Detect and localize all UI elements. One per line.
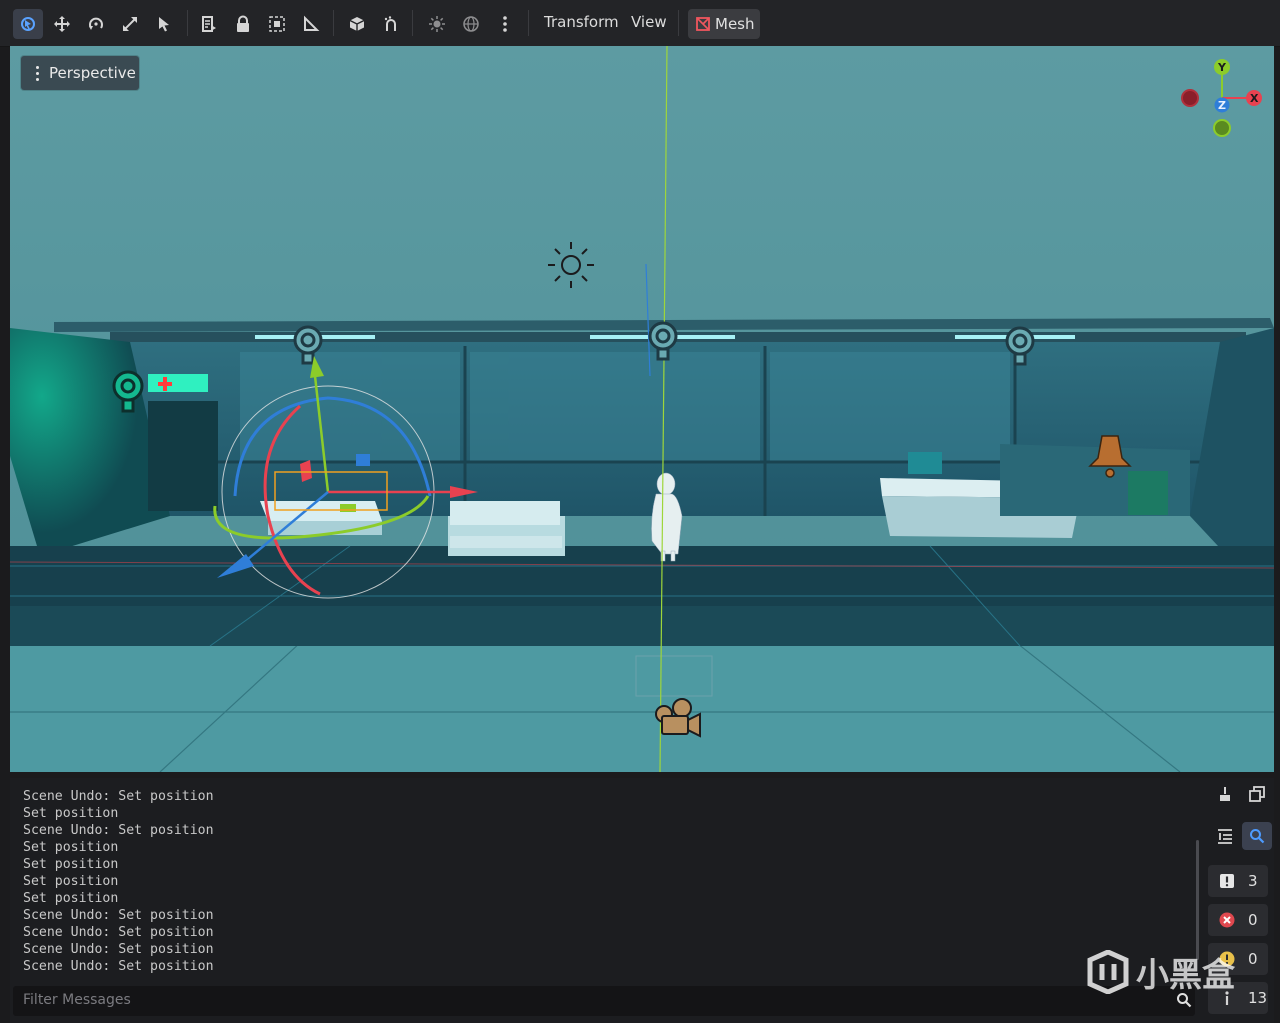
more-options-button[interactable] bbox=[490, 9, 520, 39]
environment-preview-button[interactable] bbox=[456, 9, 486, 39]
mesh-icon bbox=[696, 17, 710, 31]
scale-mode-icon bbox=[123, 17, 137, 31]
log-scrollbar[interactable] bbox=[1196, 840, 1199, 960]
more-options-icon bbox=[503, 16, 507, 32]
search-toggle-button[interactable] bbox=[1242, 822, 1272, 850]
select-mode-button[interactable] bbox=[13, 9, 43, 39]
info-count: 13 bbox=[1248, 989, 1268, 1007]
collapse-duplicates-button[interactable] bbox=[1210, 822, 1240, 850]
local-space-icon bbox=[349, 17, 365, 31]
watermark-text: 小黑盒 bbox=[1136, 955, 1235, 994]
scene-render: Y X Z bbox=[10, 46, 1274, 772]
script-list-icon bbox=[202, 16, 216, 32]
rotate-mode-icon bbox=[89, 17, 103, 30]
copy-icon bbox=[1249, 786, 1265, 802]
view-menu[interactable]: View bbox=[631, 13, 667, 31]
perspective-menu-button[interactable]: Perspective bbox=[21, 56, 139, 90]
lock-button[interactable] bbox=[228, 9, 258, 39]
lock-icon bbox=[237, 15, 249, 32]
3d-viewport[interactable]: Y X Z Perspective bbox=[10, 46, 1274, 772]
environment-preview-icon bbox=[463, 16, 479, 32]
watermark: 小黑盒 bbox=[1086, 948, 1235, 996]
local-space-button[interactable] bbox=[342, 9, 372, 39]
rotate-mode-button[interactable] bbox=[81, 9, 111, 39]
script-list-button[interactable] bbox=[194, 9, 224, 39]
group-button[interactable] bbox=[262, 9, 292, 39]
group-icon bbox=[269, 16, 285, 32]
log-line: Set position bbox=[23, 891, 119, 906]
error-count: 0 bbox=[1248, 911, 1258, 929]
editor-toolbar: Transform View Mesh bbox=[0, 0, 1280, 47]
log-line: Scene Undo: Set position bbox=[23, 925, 214, 940]
ruler-icon bbox=[304, 15, 320, 31]
log-line: Scene Undo: Set position bbox=[23, 908, 214, 923]
search-icon bbox=[1250, 829, 1265, 844]
list-select-button[interactable] bbox=[149, 9, 179, 39]
collapse-icon bbox=[1218, 829, 1232, 844]
message-filter-toggle[interactable]: 3 bbox=[1208, 865, 1268, 897]
log-line: Scene Undo: Set position bbox=[23, 959, 214, 974]
kebab-icon bbox=[31, 65, 43, 81]
log-line: Set position bbox=[23, 840, 119, 855]
snap-icon bbox=[384, 16, 396, 31]
watermark-logo bbox=[1087, 950, 1129, 994]
axis-x-label: X bbox=[1250, 92, 1259, 105]
log-line: Scene Undo: Set position bbox=[23, 823, 214, 838]
log-line: Scene Undo: Set position bbox=[23, 789, 214, 804]
list-select-icon bbox=[159, 17, 169, 32]
broom-icon bbox=[1220, 787, 1230, 801]
error-filter-toggle[interactable]: 0 bbox=[1208, 904, 1268, 936]
sun-preview-button[interactable] bbox=[422, 9, 452, 39]
mesh-menu-label: Mesh bbox=[715, 15, 755, 33]
ruler-button[interactable] bbox=[296, 9, 326, 39]
log-line: Set position bbox=[23, 874, 119, 889]
log-line: Set position bbox=[23, 806, 119, 821]
perspective-label: Perspective bbox=[49, 64, 136, 82]
scale-mode-button[interactable] bbox=[115, 9, 145, 39]
select-mode-icon bbox=[21, 17, 35, 31]
move-mode-button[interactable] bbox=[47, 9, 77, 39]
move-mode-icon bbox=[54, 16, 70, 32]
snap-button[interactable] bbox=[376, 9, 406, 39]
output-log[interactable]: Scene Undo: Set position Set position Sc… bbox=[23, 788, 1193, 975]
output-panel: Scene Undo: Set position Set position Sc… bbox=[10, 778, 1274, 1023]
mesh-menu-button[interactable]: Mesh bbox=[688, 9, 760, 39]
copy-output-button[interactable] bbox=[1242, 780, 1272, 808]
error-icon bbox=[1218, 912, 1236, 928]
sun-preview-icon bbox=[429, 16, 445, 32]
axis-z-label: Z bbox=[1218, 99, 1226, 112]
message-count: 3 bbox=[1248, 872, 1258, 890]
warning-count: 0 bbox=[1248, 950, 1258, 968]
log-line: Set position bbox=[23, 857, 119, 872]
clear-output-button[interactable] bbox=[1210, 780, 1240, 808]
transform-menu[interactable]: Transform bbox=[544, 13, 619, 31]
axis-y-label: Y bbox=[1217, 61, 1227, 74]
message-icon bbox=[1218, 873, 1236, 889]
filter-placeholder: Filter Messages bbox=[23, 992, 131, 1008]
log-line: Scene Undo: Set position bbox=[23, 942, 214, 957]
filter-messages-input[interactable]: Filter Messages bbox=[13, 986, 1195, 1016]
